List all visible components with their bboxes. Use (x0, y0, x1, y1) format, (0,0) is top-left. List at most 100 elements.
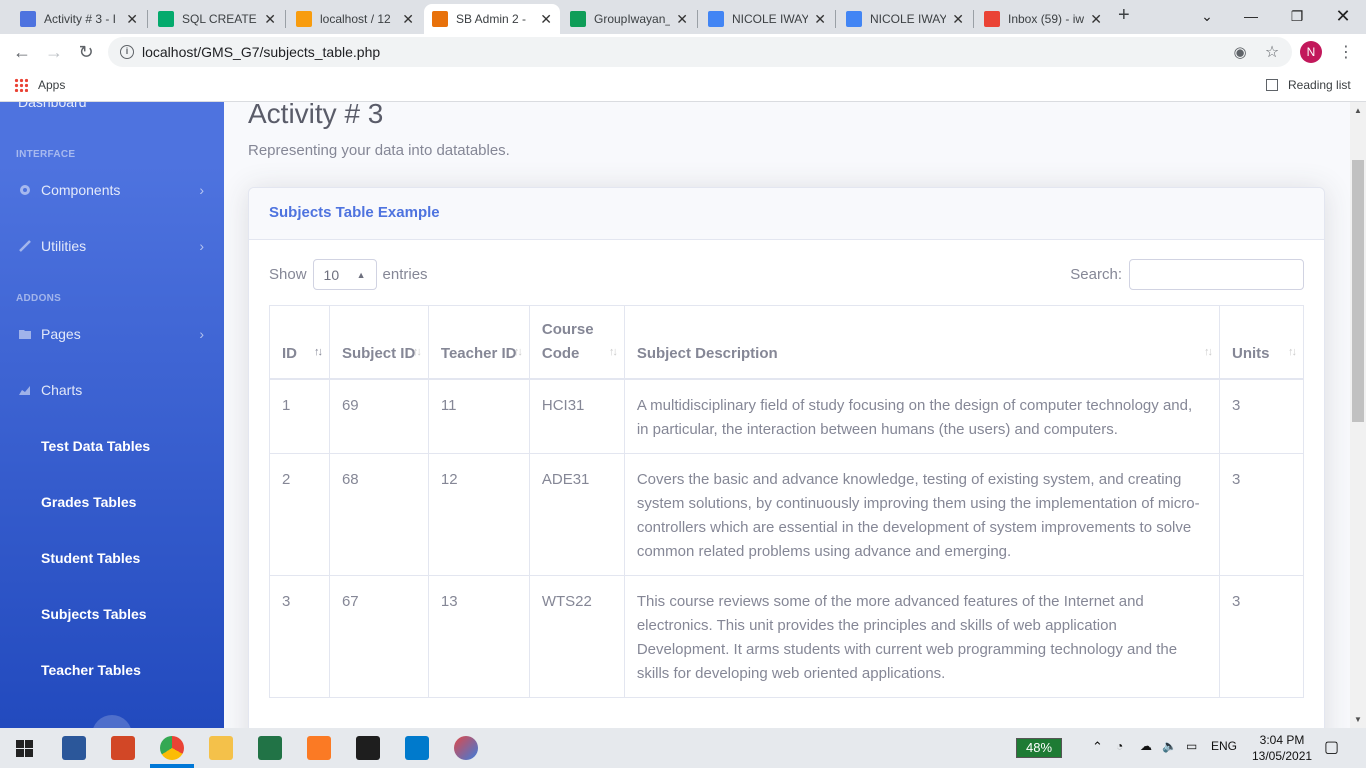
sidebar-item-teacher-tables[interactable]: Teacher Tables (41, 662, 141, 678)
back-button[interactable]: ← (10, 40, 34, 64)
maximize-button[interactable]: ❐ (1274, 0, 1320, 32)
browser-tab[interactable]: NICOLE IWAY ✕ (838, 4, 972, 34)
app-icon[interactable] (454, 736, 478, 760)
folder-icon (19, 330, 31, 339)
terminal-icon[interactable] (356, 736, 380, 760)
close-tab-icon[interactable]: ✕ (126, 11, 138, 28)
browser-tab[interactable]: localhost / 12 ✕ (288, 4, 422, 34)
vscode-icon[interactable] (405, 736, 429, 760)
close-window-button[interactable]: ✕ (1320, 0, 1366, 32)
sidebar-item-utilities[interactable]: Utilities › (18, 238, 208, 254)
browser-tab[interactable]: SQL CREATE T ✕ (150, 4, 284, 34)
scrollbar-thumb[interactable] (1352, 160, 1364, 422)
browser-tab-active[interactable]: SB Admin 2 - ✕ (424, 4, 560, 34)
sort-icon: ↑↓ (608, 346, 618, 358)
sort-icon: ↑↓ (412, 346, 422, 358)
column-header-subject-description[interactable]: Subject Description ↑↓ (623, 305, 1220, 380)
browser-tab[interactable]: Inbox (59) - iw ✕ (976, 4, 1110, 34)
volume-icon[interactable]: 🔈 (1162, 739, 1177, 753)
page-viewport: Dashboard INTERFACE Components › Utiliti… (0, 102, 1366, 728)
cell-course-code: WTS22 (528, 575, 625, 698)
table-row: 2 68 12 ADE31 Covers the basic and advan… (269, 453, 1305, 576)
sidebar-item-test-data-tables[interactable]: Test Data Tables (41, 438, 150, 454)
address-bar: ← → ↻ i localhost/GMS_G7/subjects_table.… (0, 34, 1366, 70)
browser-menu-icon[interactable]: ⋮ (1334, 40, 1358, 64)
scroll-up-icon[interactable]: ▲ (1354, 106, 1362, 115)
scroll-down-icon[interactable]: ▼ (1354, 715, 1362, 724)
main-content: Activity # 3 Representing your data into… (224, 102, 1350, 728)
cell-units: 3 (1218, 453, 1305, 576)
table-row: 1 69 11 HCI31 A multidisciplinary field … (269, 378, 1305, 454)
battery-icon[interactable]: ▭ (1186, 739, 1197, 753)
browser-tab[interactable]: NICOLE IWAY ✕ (700, 4, 834, 34)
new-tab-button[interactable]: + (1118, 4, 1130, 27)
site-info-icon[interactable]: i (120, 45, 134, 59)
close-tab-icon[interactable]: ✕ (540, 11, 552, 28)
notifications-icon[interactable]: ▢ (1324, 737, 1339, 757)
url-input[interactable]: i localhost/GMS_G7/subjects_table.php (108, 37, 1292, 67)
file-explorer-icon[interactable] (209, 736, 233, 760)
search-input[interactable] (1129, 259, 1304, 290)
chevron-right-icon: › (199, 326, 204, 342)
tab-favicon-icon (846, 11, 862, 27)
browser-tab[interactable]: Activity # 3 - I ✕ (12, 4, 146, 34)
column-header-id[interactable]: ID ↑↓ (269, 305, 330, 380)
tab-favicon-icon (432, 11, 448, 27)
close-tab-icon[interactable]: ✕ (402, 11, 414, 28)
tracking-eye-icon[interactable]: ◉ (1228, 40, 1252, 64)
sidebar-item-student-tables[interactable]: Student Tables (41, 550, 140, 566)
battery-indicator[interactable]: 48% (1016, 738, 1062, 758)
tab-search-icon[interactable]: ⌄ (1184, 0, 1230, 32)
sidebar-item-subjects-tables[interactable]: Subjects Tables (41, 606, 147, 622)
reading-list-icon (1266, 79, 1278, 91)
windows-start-icon[interactable] (16, 740, 33, 757)
language-indicator[interactable]: ENG (1211, 739, 1237, 753)
close-tab-icon[interactable]: ✕ (1090, 11, 1102, 28)
bookmark-star-icon[interactable]: ☆ (1260, 40, 1284, 64)
chevron-right-icon: › (199, 238, 204, 254)
vertical-scrollbar[interactable]: ▲ ▼ (1350, 102, 1366, 728)
column-header-subject-id[interactable]: Subject ID ↑↓ (328, 305, 429, 380)
cell-subject-description: A multidisciplinary field of study focus… (623, 378, 1220, 454)
column-header-units[interactable]: Units ↑↓ (1218, 305, 1305, 380)
tab-title: Activity # 3 - I (44, 12, 117, 26)
profile-avatar[interactable]: N (1300, 41, 1322, 63)
entries-select[interactable]: 10 ▲ (312, 259, 377, 290)
sidebar-item-dashboard[interactable]: Dashboard (18, 102, 87, 110)
forward-button[interactable]: → (42, 40, 66, 64)
cell-teacher-id: 12 (427, 453, 530, 576)
word-icon[interactable] (62, 736, 86, 760)
subjects-table-card: Subjects Table Example Show 10 ▲ entries… (248, 187, 1325, 728)
sidebar-item-pages[interactable]: Pages › (18, 326, 208, 342)
system-clock[interactable]: 3:04 PM 13/05/2021 (1252, 732, 1312, 764)
sidebar-item-charts[interactable]: Charts (18, 382, 208, 398)
reading-list-button[interactable]: Reading list (1266, 78, 1351, 92)
close-tab-icon[interactable]: ✕ (676, 11, 688, 28)
cloud-icon[interactable]: ☁ (1140, 739, 1152, 753)
sidebar-toggle-button[interactable] (92, 715, 132, 728)
cell-units: 3 (1218, 575, 1305, 698)
chevron-up-icon[interactable]: ⌃ (1092, 739, 1103, 755)
close-tab-icon[interactable]: ✕ (814, 11, 826, 28)
apps-bookmark[interactable]: Apps (14, 78, 65, 92)
tab-favicon-icon (708, 11, 724, 27)
browser-tab[interactable]: GroupIwayan_ ✕ (562, 4, 696, 34)
network-icon[interactable]: ◔ (1116, 739, 1123, 753)
chrome-icon[interactable] (160, 736, 184, 760)
sidebar-item-grades-tables[interactable]: Grades Tables (41, 494, 136, 510)
sidebar-item-components[interactable]: Components › (18, 182, 208, 198)
reload-button[interactable]: ↻ (74, 40, 98, 64)
card-title: Subjects Table Example (249, 188, 1324, 240)
cell-subject-description: This course reviews some of the more adv… (623, 575, 1220, 698)
excel-icon[interactable] (258, 736, 282, 760)
xampp-icon[interactable] (307, 736, 331, 760)
column-header-course-code[interactable]: Course Code ↑↓ (528, 305, 625, 380)
tab-favicon-icon (984, 11, 1000, 27)
close-tab-icon[interactable]: ✕ (264, 11, 276, 28)
powerpoint-icon[interactable] (111, 736, 135, 760)
close-tab-icon[interactable]: ✕ (952, 11, 964, 28)
cell-id: 2 (269, 453, 330, 576)
minimize-button[interactable]: — (1228, 0, 1274, 32)
column-header-teacher-id[interactable]: Teacher ID ↑↓ (427, 305, 530, 380)
sort-icon: ↑↓ (1203, 346, 1213, 358)
